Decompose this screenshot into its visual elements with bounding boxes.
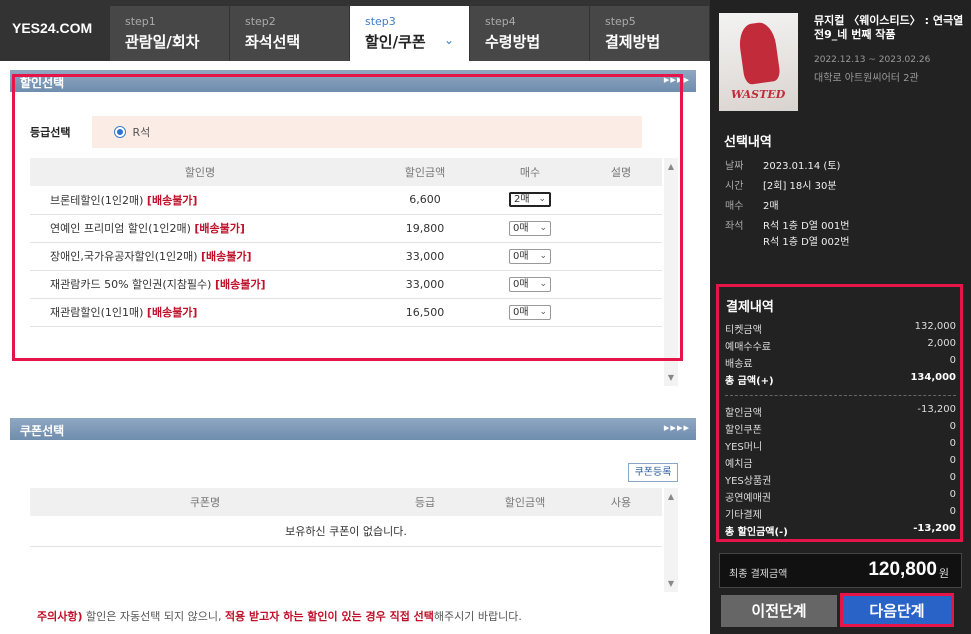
step-label: 결제방법 [605, 33, 661, 51]
highlight-box [12, 74, 683, 361]
coupon-scrollbar[interactable]: ▲ ▼ [664, 488, 678, 592]
selection-summary: 선택내역 날짜 2023.01.14 (토) 시간 [2회] 18시 30분 매수 2… [716, 124, 963, 264]
date-value: 2023.01.14 (토) [763, 161, 841, 172]
tab-step4[interactable]: step4 수령방법 [470, 6, 590, 61]
step-number: step1 [125, 15, 156, 28]
selection-date: 날짜 2023.01.14 (토) [725, 157, 840, 172]
time-label: 시간 [725, 181, 744, 192]
notice-prefix: 주의사항) [37, 610, 83, 623]
table-row: 보유하신 쿠폰이 없습니다. [30, 516, 662, 547]
yes24-logo[interactable]: YES24.COM [12, 20, 92, 36]
tab-step5[interactable]: step5 결제방법 [590, 6, 710, 61]
show-title: 뮤지컬 〈웨이스티드〉 : 연극열전9_네 번째 작품 [814, 14, 964, 41]
qty-label: 매수 [725, 201, 744, 212]
step-label: 수령방법 [485, 33, 541, 51]
show-poster: WASTED [719, 13, 798, 111]
scroll-down-icon[interactable]: ▼ [664, 373, 678, 382]
tab-step2[interactable]: step2 좌석선택 [230, 6, 350, 61]
poster-title: WASTED [731, 88, 786, 101]
coupon-register-button[interactable]: 쿠폰등록 [628, 463, 678, 482]
empty-message: 보유하신 쿠폰이 없습니다. [30, 516, 662, 547]
coupon-section-header: 쿠폰선택 ▸▸▸▸ [10, 418, 696, 440]
step-number: step3 [365, 15, 396, 28]
selection-seat: 좌석 R석 1층 D열 001번 [725, 217, 849, 232]
seat-value: R석 1층 D열 002번 [763, 237, 850, 248]
date-label: 날짜 [725, 161, 744, 172]
selection-seat-2: R석 1층 D열 002번 [725, 233, 849, 248]
col-coupon-amount: 할인금액 [470, 488, 580, 516]
seat-value: R석 1층 D열 001번 [763, 221, 850, 232]
step-label: 좌석선택 [245, 33, 301, 51]
notice-body: 할인은 자동선택 되지 않으니, [82, 610, 225, 623]
prev-step-button[interactable]: 이전단계 [721, 595, 837, 627]
step-label: 관람일/회차 [125, 33, 200, 51]
chevron-down-icon: ⌄ [444, 33, 455, 47]
highlight-box [716, 284, 963, 542]
seat-label: 좌석 [725, 221, 744, 232]
selection-title: 선택내역 [724, 135, 772, 150]
section-title: 쿠폰선택 [20, 424, 65, 438]
final-label: 최종 결제금액 [729, 569, 788, 580]
highlight-box [840, 593, 954, 627]
step-number: step5 [605, 15, 636, 28]
final-unit: 원 [938, 567, 949, 580]
selection-qty: 매수 2매 [725, 197, 779, 212]
tab-step3[interactable]: step3 할인/쿠폰 ⌄ [350, 6, 470, 61]
show-venue: 대학로 아트원씨어터 2관 [814, 73, 919, 84]
tab-step1[interactable]: step1 관람일/회차 [110, 6, 230, 61]
poster-figure-icon [737, 20, 781, 86]
selection-time: 시간 [2회] 18시 30분 [725, 177, 837, 192]
scroll-up-icon[interactable]: ▲ [664, 492, 678, 501]
step-number: step4 [485, 15, 516, 28]
step-number: step2 [245, 15, 276, 28]
step-label: 할인/쿠폰 [365, 33, 426, 51]
final-amount: 120,800 [868, 559, 937, 580]
notice-text: 주의사항) 할인은 자동선택 되지 않으니, 적용 받고자 하는 할인이 있는 … [37, 608, 522, 624]
arrows-icon: ▸▸▸▸ [663, 421, 690, 434]
time-value: [2회] 18시 30분 [763, 181, 837, 192]
notice-tail: 해주시기 바랍니다. [433, 610, 522, 623]
col-coupon-name: 쿠폰명 [30, 488, 380, 516]
step-tabs: step1 관람일/회차 step2 좌석선택 step3 할인/쿠폰 ⌄ st… [110, 6, 710, 61]
notice-emphasis: 적용 받고자 하는 할인이 있는 경우 직접 선택 [224, 610, 434, 623]
scroll-down-icon[interactable]: ▼ [664, 579, 678, 588]
qty-value: 2매 [763, 201, 779, 212]
col-coupon-grade: 등급 [380, 488, 470, 516]
col-coupon-use: 사용 [580, 488, 662, 516]
coupon-table: 쿠폰명 등급 할인금액 사용 보유하신 쿠폰이 없습니다. [30, 488, 662, 547]
show-date-range: 2022.12.13 ~ 2023.02.26 [814, 55, 931, 65]
header: YES24.COM step1 관람일/회차 step2 좌석선택 step3 … [0, 0, 710, 61]
final-payment: 최종 결제금액 120,800 원 [719, 553, 962, 588]
